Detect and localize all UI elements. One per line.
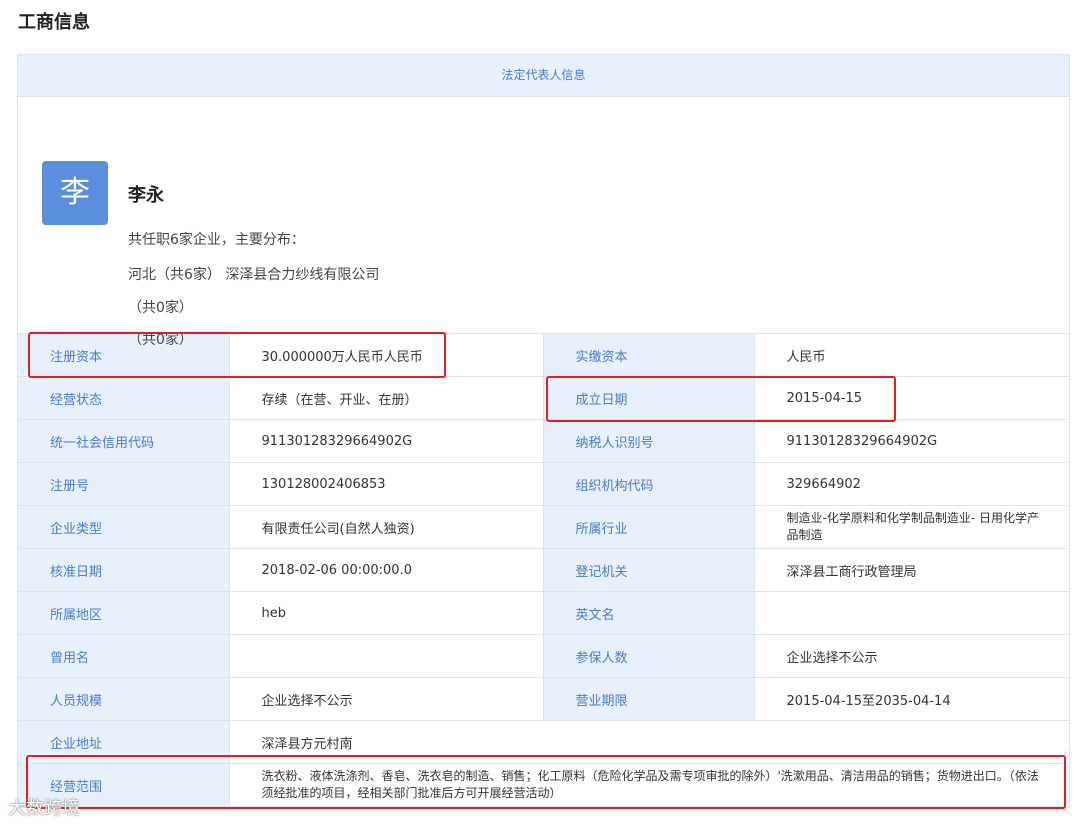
table-row: 所属地区 heb 英文名: [18, 591, 1069, 635]
region-label: 河北（共6家）: [128, 267, 221, 283]
field-value: 制造业-化学原料和化学制品制造业- 日用化学产品制造: [753, 505, 1069, 549]
field-label: 人员规模: [18, 677, 230, 721]
table-row: 企业地址 深泽县方元村南: [18, 720, 1069, 764]
field-value: 2015-04-15: [753, 376, 1069, 420]
field-value: [753, 591, 1069, 635]
legal-rep-header: 法定代表人信息: [18, 55, 1069, 97]
field-value: 130128002406853: [228, 462, 544, 506]
field-label: 企业类型: [18, 505, 230, 549]
field-value: 深泽县工商行政管理局: [753, 548, 1069, 592]
field-label: 组织机构代码: [542, 462, 755, 506]
field-label: 核准日期: [18, 548, 230, 592]
field-value: 2018-02-06 00:00:00.0: [228, 548, 544, 592]
field-value: 2015-04-15至2035-04-14: [753, 677, 1069, 721]
field-label: 注册号: [18, 462, 230, 506]
field-label: 营业期限: [542, 677, 755, 721]
table-row: 注册号 130128002406853 组织机构代码 329664902: [18, 462, 1069, 506]
table-row: 人员规模 企业选择不公示 营业期限 2015-04-15至2035-04-14: [18, 677, 1069, 721]
field-value: 91130128329664902G: [228, 419, 544, 463]
field-label: 所属地区: [18, 591, 230, 635]
field-label: 曾用名: [18, 634, 230, 678]
field-value: 有限责任公司(自然人独资): [228, 505, 544, 549]
table-row: 统一社会信用代码 91130128329664902G 纳税人识别号 91130…: [18, 419, 1069, 463]
legal-rep-name[interactable]: 李永: [128, 181, 164, 207]
legal-rep-section: 李 李永 共任职6家企业，主要分布： 河北（共6家） 深泽县合力纱线有限公司 （…: [18, 97, 1069, 348]
field-label: 参保人数: [542, 634, 755, 678]
field-value: 91130128329664902G: [753, 419, 1069, 463]
positions-summary: 共任职6家企业，主要分布：: [128, 232, 305, 248]
field-label: 成立日期: [542, 376, 755, 420]
field-value: [228, 634, 544, 678]
field-value: 洗衣粉、液体洗涤剂、香皂、洗衣皂的制造、销售；化工原料（危险化学品及需专项审批的…: [228, 763, 1069, 807]
field-value: heb: [228, 591, 544, 635]
field-value: 企业选择不公示: [228, 677, 544, 721]
region-line: 河北（共6家） 深泽县合力纱线有限公司: [128, 264, 379, 284]
company-link[interactable]: 深泽县合力纱线有限公司: [225, 267, 379, 283]
field-label: 英文名: [542, 591, 755, 635]
region-line-2: （共0家）: [128, 300, 193, 316]
field-label: 实缴资本: [542, 334, 755, 377]
avatar: 李: [42, 161, 108, 225]
field-label: 经营状态: [18, 376, 230, 420]
field-label: 所属行业: [542, 505, 755, 549]
field-value: 存续（在营、开业、在册）: [228, 376, 544, 420]
field-label: 企业地址: [18, 720, 230, 764]
field-value: 人民币: [753, 334, 1069, 377]
table-row: 经营状态 存续（在营、开业、在册） 成立日期 2015-04-15: [18, 376, 1069, 420]
field-value: 30.000000万人民币人民币: [228, 334, 544, 377]
field-label: 统一社会信用代码: [18, 419, 230, 463]
business-info-card: 法定代表人信息 李 李永 共任职6家企业，主要分布： 河北（共6家） 深泽县合力…: [17, 54, 1070, 808]
field-label: 纳税人识别号: [542, 419, 755, 463]
field-label: 登记机关: [542, 548, 755, 592]
field-label: 注册资本: [18, 334, 230, 377]
table-row: 经营范围 洗衣粉、液体洗涤剂、香皂、洗衣皂的制造、销售；化工原料（危险化学品及需…: [18, 763, 1069, 807]
watermark-logo: 大数跨境: [8, 798, 80, 819]
page-title: 工商信息: [18, 12, 90, 33]
table-row: 企业类型 有限责任公司(自然人独资) 所属行业 制造业-化学原料和化学制品制造业…: [18, 505, 1069, 549]
field-value: 企业选择不公示: [753, 634, 1069, 678]
field-value: 329664902: [753, 462, 1069, 506]
table-row: 核准日期 2018-02-06 00:00:00.0 登记机关 深泽县工商行政管…: [18, 548, 1069, 592]
field-value: 深泽县方元村南: [228, 720, 1069, 764]
table-row: 曾用名 参保人数 企业选择不公示: [18, 634, 1069, 678]
region-line-3: （共0家）: [128, 332, 193, 348]
business-info-table: 注册资本 30.000000万人民币人民币 实缴资本 人民币 经营状态 存续（在…: [18, 334, 1069, 807]
